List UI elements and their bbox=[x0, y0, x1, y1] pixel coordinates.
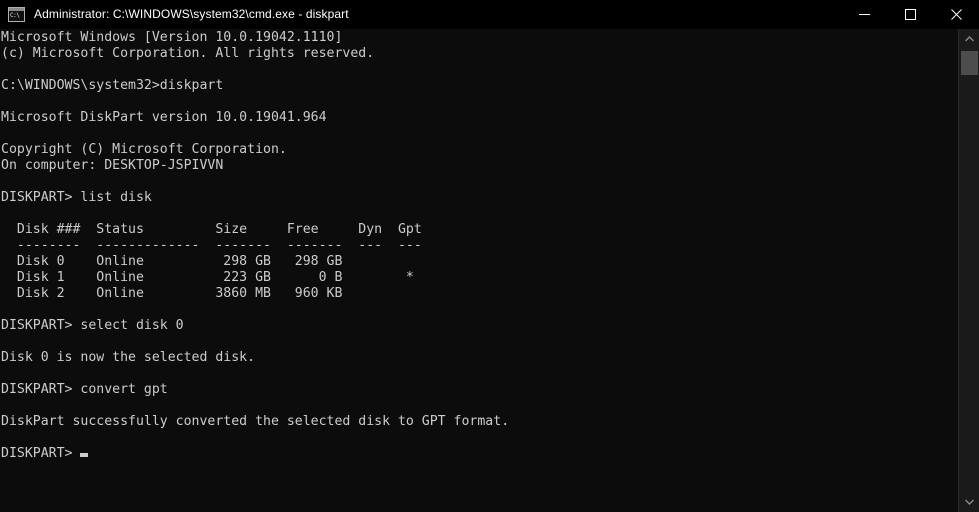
console-line: Disk 1 Online 223 GB 0 B * bbox=[1, 270, 414, 285]
console-line: Copyright (C) Microsoft Corporation. bbox=[1, 142, 287, 157]
close-icon bbox=[950, 9, 962, 20]
scrollbar-track[interactable] bbox=[959, 49, 979, 492]
console-line: DiskPart successfully converted the sele… bbox=[1, 414, 510, 429]
scroll-down-arrow-icon[interactable] bbox=[959, 492, 979, 512]
cmd-console-icon: C:\ bbox=[8, 7, 25, 22]
console-line: Microsoft DiskPart version 10.0.19041.96… bbox=[1, 110, 327, 125]
close-button[interactable] bbox=[933, 0, 979, 29]
console-line: Disk 0 Online 298 GB 298 GB bbox=[1, 254, 343, 269]
console-line: DISKPART> list disk bbox=[1, 190, 152, 205]
title-bar[interactable]: C:\ Administrator: C:\WINDOWS\system32\c… bbox=[0, 0, 979, 29]
console-output-area[interactable]: Microsoft Windows [Version 10.0.19042.11… bbox=[0, 29, 958, 512]
console-line: DISKPART> select disk 0 bbox=[1, 318, 184, 333]
console-line: On computer: DESKTOP-JSPIVVN bbox=[1, 158, 224, 173]
console-text: Microsoft Windows [Version 10.0.19042.11… bbox=[1, 30, 509, 462]
console-line: (c) Microsoft Corporation. All rights re… bbox=[1, 46, 375, 61]
vertical-scrollbar[interactable] bbox=[958, 29, 979, 512]
console-line: DISKPART> bbox=[1, 446, 509, 462]
text-cursor bbox=[80, 453, 89, 457]
window-title: Administrator: C:\WINDOWS\system32\cmd.e… bbox=[34, 7, 349, 21]
scrollbar-thumb[interactable] bbox=[961, 51, 978, 75]
console-line: Disk 0 is now the selected disk. bbox=[1, 350, 256, 365]
maximize-icon bbox=[904, 9, 916, 20]
console-line: -------- ------------- ------- ------- -… bbox=[1, 238, 422, 253]
console-line: Disk ### Status Size Free Dyn Gpt bbox=[1, 222, 422, 237]
console-line: Microsoft Windows [Version 10.0.19042.11… bbox=[1, 30, 343, 45]
console-line: Disk 2 Online 3860 MB 960 KB bbox=[1, 286, 343, 301]
chevron-down-icon bbox=[964, 499, 974, 505]
window-controls bbox=[841, 0, 979, 29]
minimize-icon bbox=[858, 14, 870, 15]
maximize-button[interactable] bbox=[887, 0, 933, 29]
icon-screen-text: C:\ bbox=[9, 11, 24, 21]
scroll-up-arrow-icon[interactable] bbox=[959, 29, 979, 49]
chevron-up-icon bbox=[964, 36, 974, 42]
console-line: DISKPART> convert gpt bbox=[1, 382, 168, 397]
console-line: C:\WINDOWS\system32>diskpart bbox=[1, 78, 224, 93]
minimize-button[interactable] bbox=[841, 0, 887, 29]
cmd-window: C:\ Administrator: C:\WINDOWS\system32\c… bbox=[0, 0, 979, 512]
